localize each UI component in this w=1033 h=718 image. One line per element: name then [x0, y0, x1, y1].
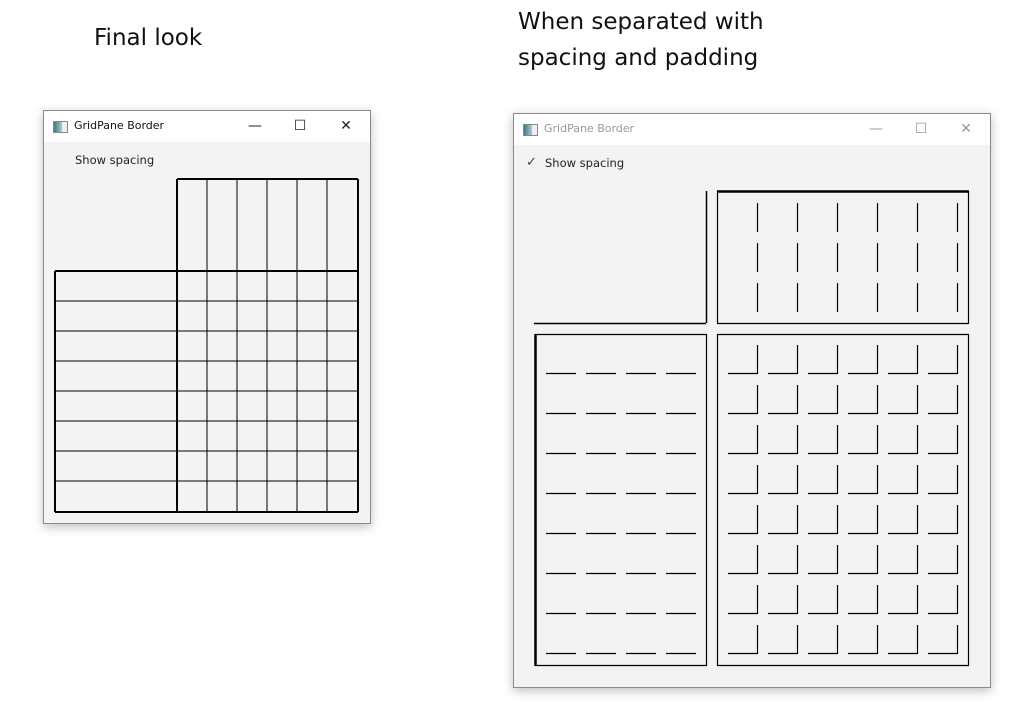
grid-lines-layer [54, 178, 970, 667]
